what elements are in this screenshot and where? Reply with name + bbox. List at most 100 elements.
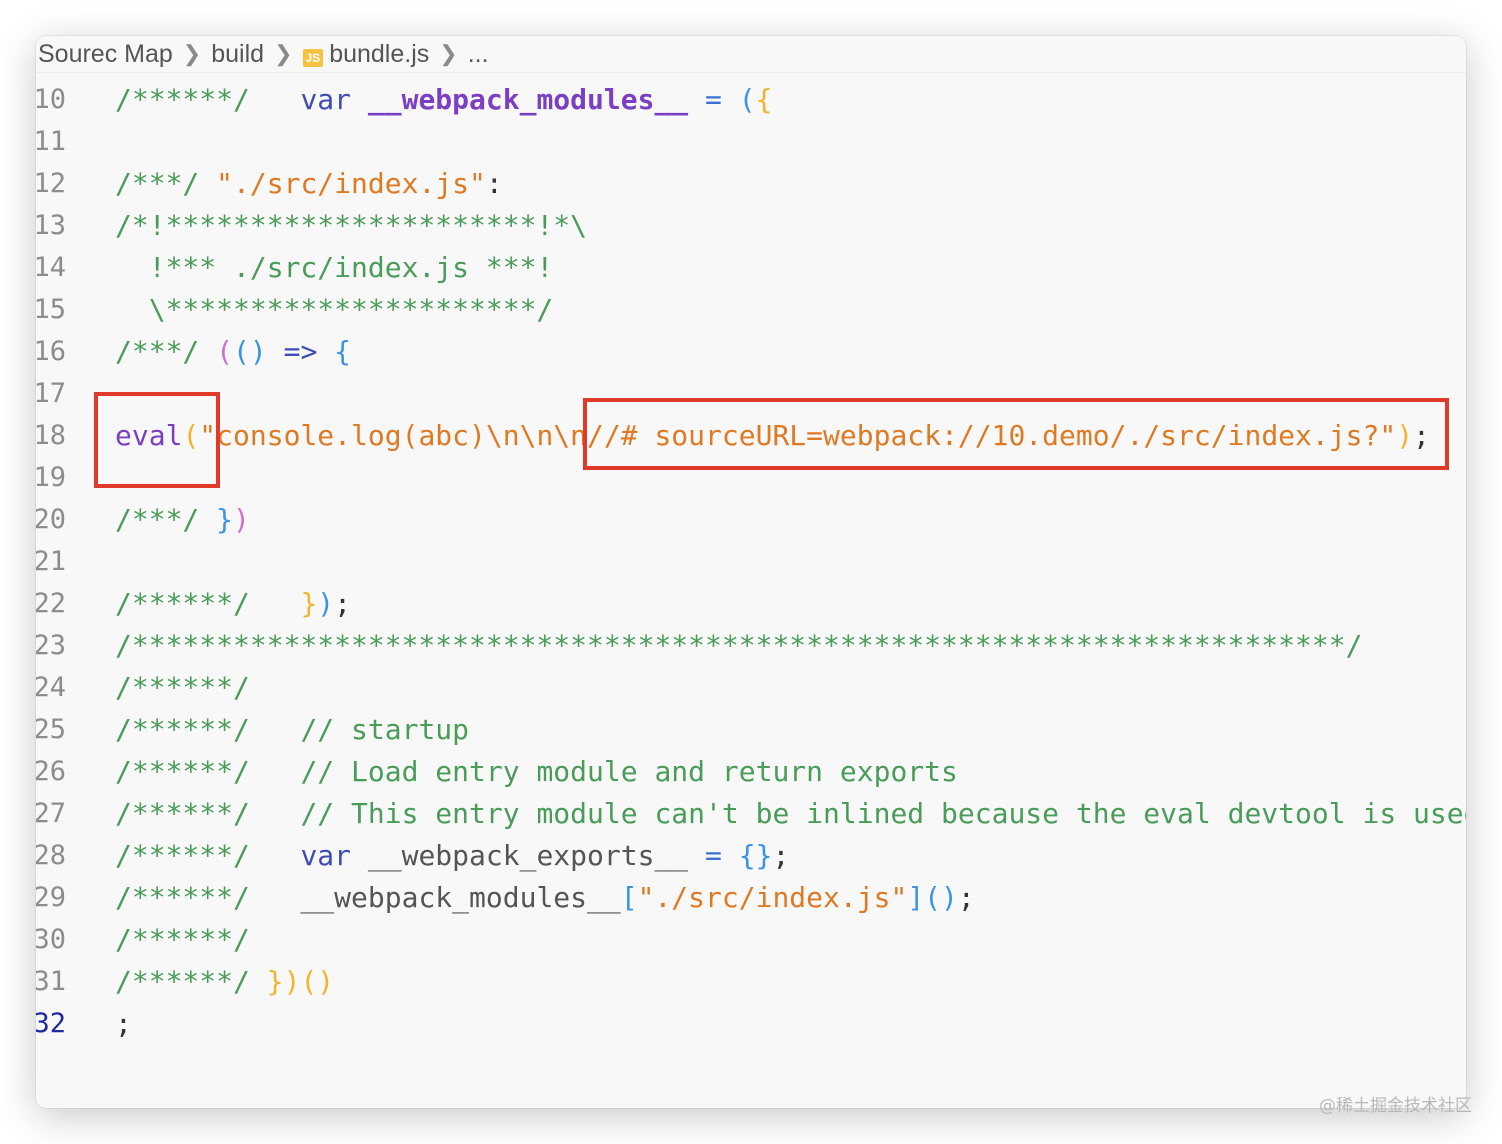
code-line[interactable]: 27 /******/ // This entry module can't be…	[36, 793, 1466, 835]
code-token: ;	[772, 839, 790, 872]
code-token: )	[317, 587, 335, 620]
editor-window: 10/******/ var __webpack_modules__ = ({1…	[36, 36, 1466, 1108]
code-token: })	[266, 965, 301, 998]
code-token: {}	[738, 839, 773, 872]
code-line[interactable]: 15 \**********************/	[36, 289, 1466, 331]
code-token: /******/	[115, 965, 267, 998]
code-text: /***/ })	[115, 499, 250, 541]
line-number: 18	[36, 420, 66, 451]
line-number: 26	[36, 756, 66, 787]
code-line[interactable]: 29 /******/ __webpack_modules__["./src/in…	[36, 877, 1466, 919]
code-text: /***/ "./src/index.js":	[115, 163, 503, 205]
code-text: /******/ // startup	[115, 709, 469, 751]
code-line[interactable]: 16 /***/ (() => {	[36, 331, 1466, 373]
line-number: 10	[36, 84, 66, 115]
code-token: ()	[233, 335, 267, 368]
code-token: "./src/index.js"	[637, 881, 908, 914]
code-line[interactable]: 14 !*** ./src/index.js ***!	[36, 247, 1466, 289]
code-text: /***************************************…	[115, 625, 1362, 667]
code-token: }	[216, 503, 234, 536]
chevron-right-icon: ❯	[274, 41, 293, 66]
watermark: @稀土掘金技术社区	[1319, 1096, 1472, 1116]
code-line[interactable]: 31 /******/ })()	[36, 961, 1466, 1003]
code-line[interactable]: 24 /******/	[36, 667, 1466, 709]
line-number: 31	[36, 966, 66, 997]
breadcrumb-item-bundle-js[interactable]: JS bundle.js	[302, 40, 429, 69]
code-line[interactable]: 13 /*!**********************!*\	[36, 205, 1466, 247]
line-number: 21	[36, 546, 66, 577]
code-line[interactable]: 30 /******/	[36, 919, 1466, 961]
line-number: 29	[36, 882, 66, 913]
code-line[interactable]: 28 /******/ var __webpack_exports__ = {};	[36, 835, 1466, 877]
code-line[interactable]: 32;	[36, 1003, 1466, 1045]
code-text: /******/	[115, 919, 250, 961]
code-area[interactable]: 10/******/ var __webpack_modules__ = ({1…	[36, 36, 1466, 1108]
code-token: /******/	[115, 755, 267, 788]
code-token: /***************************************…	[115, 629, 1363, 662]
code-text: ;	[115, 1003, 132, 1045]
line-number: 20	[36, 504, 66, 535]
code-line[interactable]: 20 /***/ })	[36, 499, 1466, 541]
breadcrumb-item-sourec-map[interactable]: Sourec Map	[38, 40, 173, 69]
code-token: :	[485, 167, 503, 200]
code-token: =	[705, 839, 722, 872]
code-text: /******/ // This entry module can't be i…	[115, 793, 1466, 835]
line-number: 11	[36, 126, 66, 157]
code-token: ;	[957, 881, 975, 914]
code-text: /******/ var __webpack_modules__ = ({	[115, 79, 772, 121]
code-line[interactable]: 23 /*************************************…	[36, 625, 1466, 667]
code-line[interactable]: 25 /******/ // startup	[36, 709, 1466, 751]
line-number: 12	[36, 168, 66, 199]
code-token: /******/	[115, 83, 267, 116]
code-token: __webpack_modules__	[300, 881, 621, 914]
code-token: /***/	[115, 335, 217, 368]
code-token: ;	[334, 587, 352, 620]
line-number: 13	[36, 210, 66, 241]
line-number: 32	[36, 1008, 66, 1039]
code-line[interactable]: 21	[36, 541, 1466, 583]
line-number: 14	[36, 252, 66, 283]
code-token: var	[300, 83, 368, 116]
code-token: __webpack_exports__	[367, 839, 689, 872]
eval-highlight-box	[94, 392, 220, 488]
code-line[interactable]: 26 /******/ // Load entry module and retu…	[36, 751, 1466, 793]
code-line[interactable]: 22 /******/ });	[36, 583, 1466, 625]
breadcrumb-item-build[interactable]: build	[211, 40, 264, 69]
breadcrumb: Sourec Map ❯ build ❯ JS bundle.js ❯ ...	[36, 36, 1466, 73]
code-token: "./src/index.js"	[216, 167, 486, 200]
code-line[interactable]: 10 /******/ var __webpack_modules__ = ({	[36, 79, 1466, 121]
code-token: =	[705, 83, 722, 116]
line-number: 22	[36, 588, 66, 619]
code-token: !*** ./src/index.js ***!	[115, 251, 554, 284]
code-text: /******/ // Load entry module and return…	[115, 751, 958, 793]
line-number: 27	[36, 798, 66, 829]
code-text: /*!**********************!*\	[115, 205, 587, 247]
code-token: (	[216, 335, 234, 368]
chevron-right-icon: ❯	[439, 41, 458, 66]
sourceurl-highlight-box	[583, 398, 1449, 470]
code-text: /******/ });	[115, 583, 351, 625]
code-token: /***/	[115, 167, 217, 200]
code-token: // Load entry module and return exports	[300, 755, 958, 788]
code-line[interactable]: 12 /***/ "./src/index.js":	[36, 163, 1466, 205]
breadcrumb-item-more[interactable]: ...	[468, 40, 489, 69]
code-line[interactable]: 11	[36, 121, 1466, 163]
code-token: // This entry module can't be inlined be…	[300, 797, 1466, 830]
code-token: /******/	[115, 881, 267, 914]
code-token: // startup	[300, 713, 470, 746]
code-token: /******/	[115, 671, 250, 704]
code-token: /******/	[115, 713, 267, 746]
code-token: __webpack_modules__	[367, 83, 689, 116]
code-token: (	[738, 83, 756, 116]
code-text: \**********************/	[115, 289, 554, 331]
